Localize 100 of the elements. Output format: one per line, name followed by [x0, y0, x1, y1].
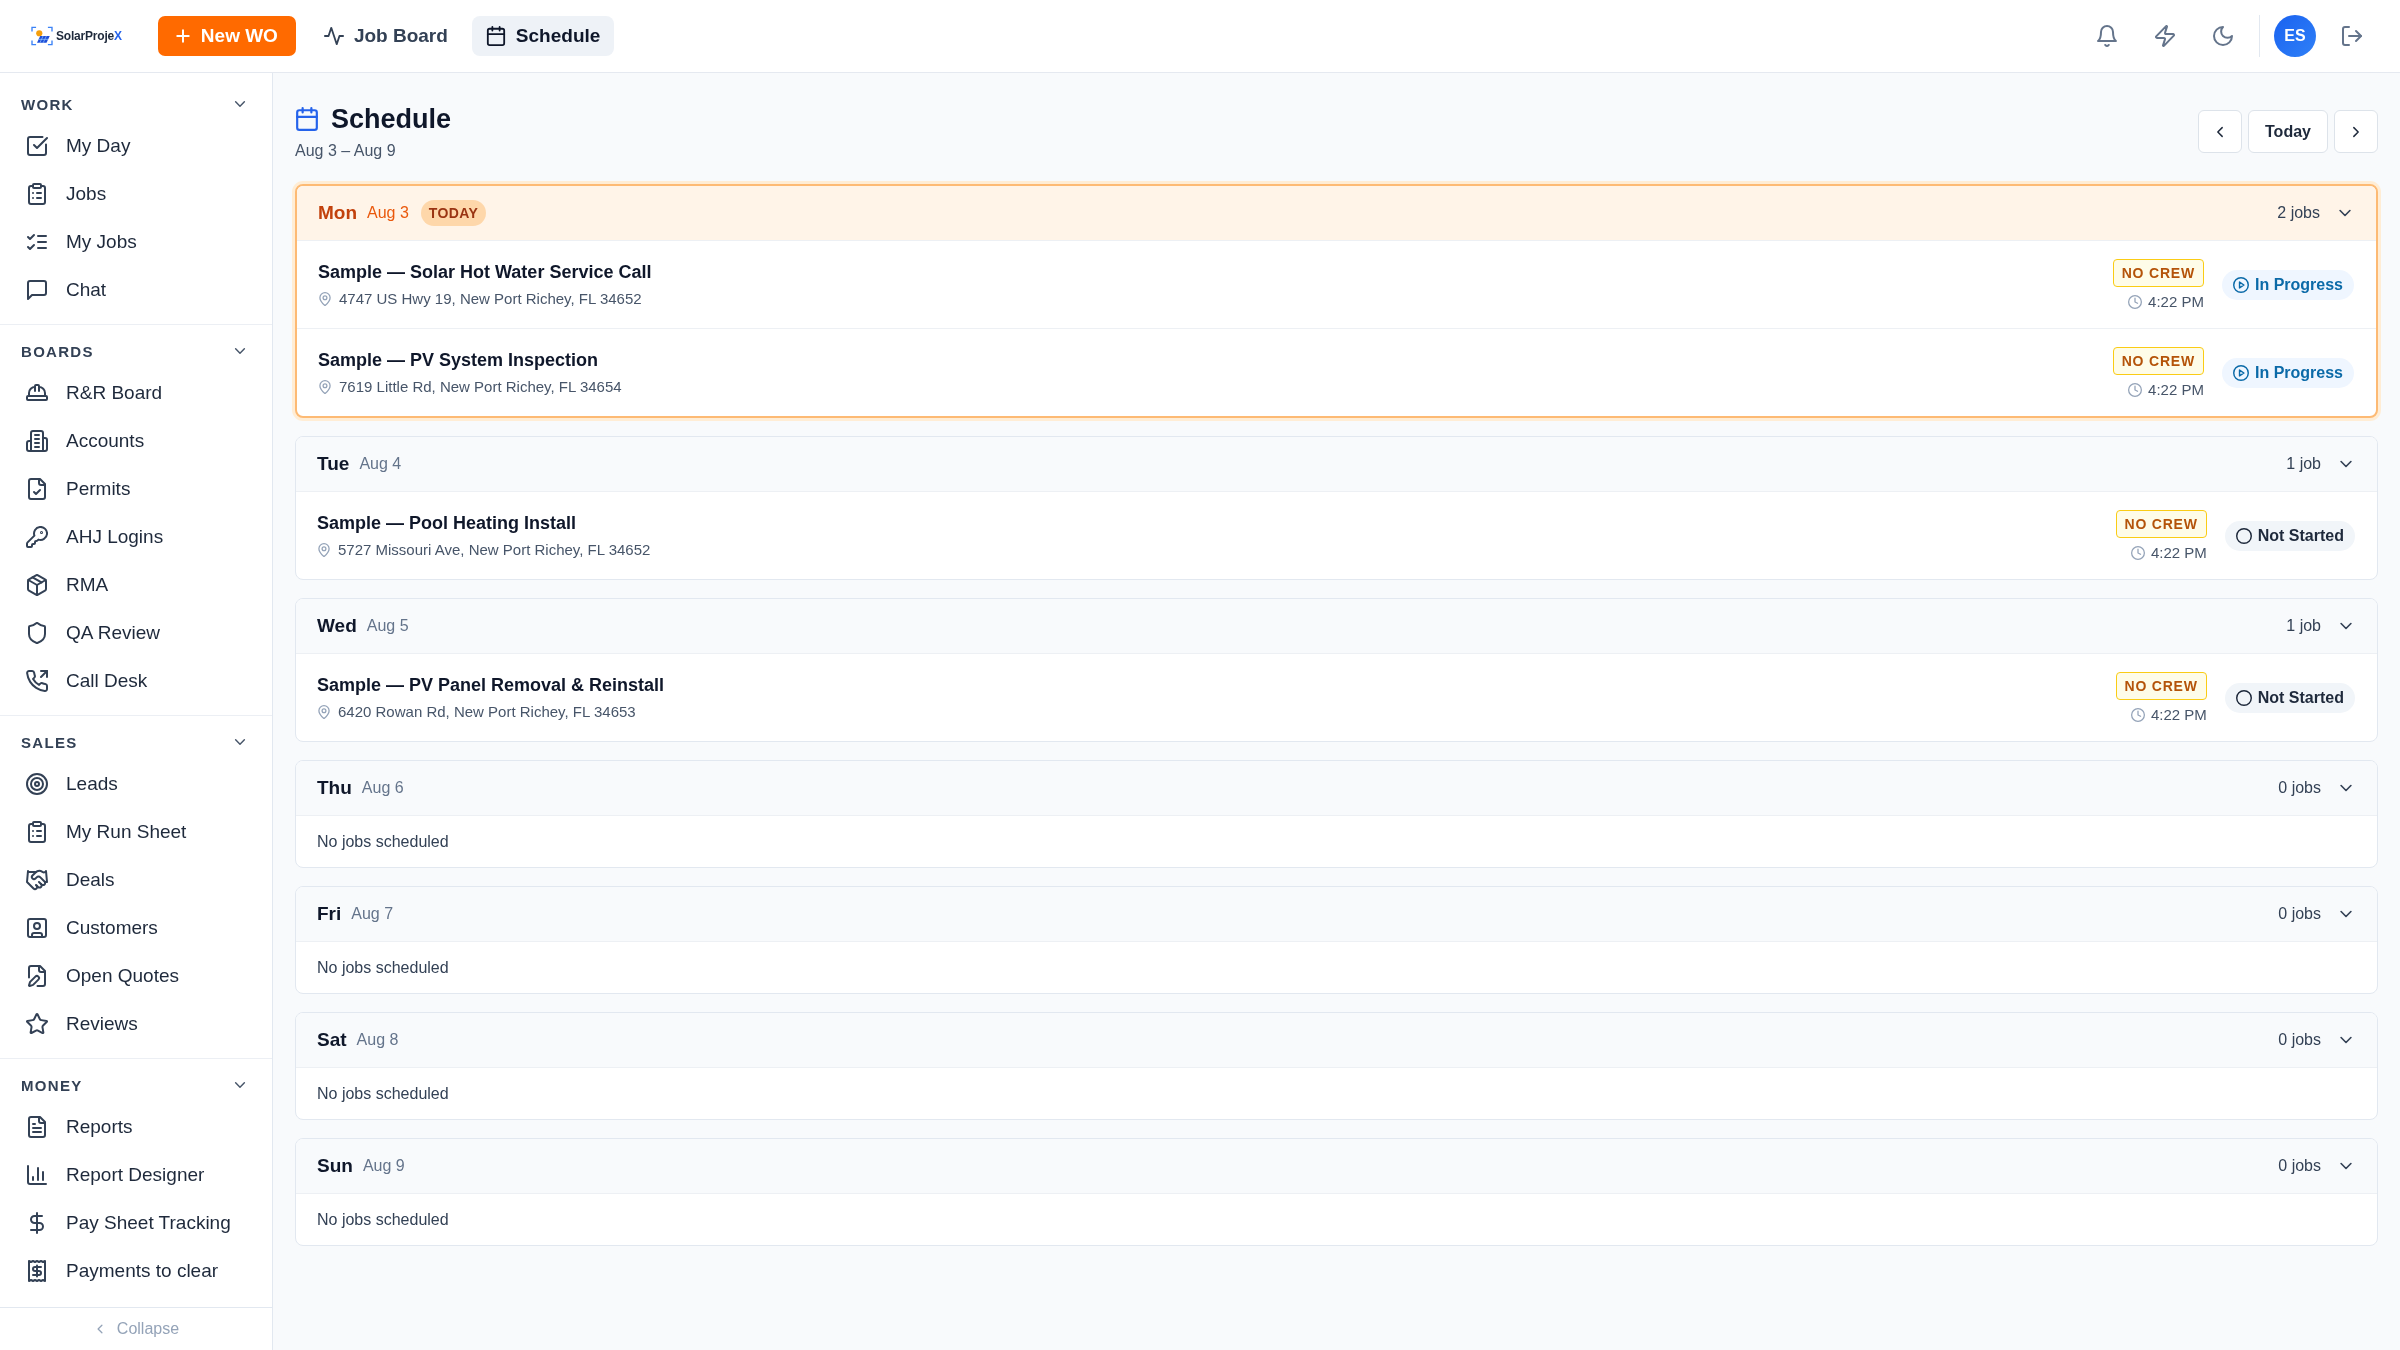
day-date: Aug 6 [361, 779, 404, 797]
sidebar-item[interactable]: AHJ Logins [10, 513, 262, 561]
day-header[interactable]: Sun Aug 9 0 jobs [296, 1139, 2377, 1193]
job-count: 0 jobs [2278, 905, 2321, 923]
sidebar-item[interactable]: Payments to clear [10, 1247, 262, 1295]
avatar-button[interactable]: ES [2274, 15, 2316, 57]
sidebar-item[interactable]: Jobs [10, 170, 262, 218]
job-title[interactable]: Sample — Solar Hot Water Service Call [318, 262, 652, 283]
sidebar-item[interactable]: Reports [10, 1103, 262, 1151]
day-header[interactable]: Wed Aug 5 1 job [296, 599, 2377, 653]
user-card-icon [26, 917, 48, 939]
day-header[interactable]: Sat Aug 8 0 jobs [296, 1013, 2377, 1067]
sidebar-item[interactable]: My Jobs [10, 218, 262, 266]
empty-message: No jobs scheduled [317, 1210, 449, 1229]
moon-icon[interactable] [2212, 25, 2234, 47]
document-icon [26, 1116, 48, 1138]
play-circle-icon [2232, 364, 2249, 381]
box-icon [26, 574, 48, 596]
target-icon [26, 773, 48, 795]
job-count: 0 jobs [2278, 779, 2321, 797]
sidebar-item[interactable]: R&R Board [10, 369, 262, 417]
sidebar-item[interactable]: Chat [10, 266, 262, 314]
status-label: Not Started [2257, 526, 2344, 545]
day-name: Wed [317, 615, 357, 637]
clock-icon [2130, 545, 2145, 560]
handshake-icon [26, 869, 48, 891]
day-name: Thu [317, 777, 352, 799]
job-time: 4:22 PM [2150, 706, 2207, 723]
sidebar-item[interactable]: Report Designer [10, 1151, 262, 1199]
lightning-bolt-icon[interactable] [2154, 25, 2176, 47]
nav-tab[interactable]: Job Board [309, 16, 462, 56]
bar-chart-icon [26, 1164, 48, 1186]
job-count: 1 job [2286, 617, 2321, 635]
sidebar-item[interactable]: Accounts [10, 417, 262, 465]
day-header[interactable]: Fri Aug 7 0 jobs [296, 887, 2377, 941]
section-header[interactable]: SALES [0, 724, 272, 760]
nav-tab[interactable]: Schedule [471, 16, 615, 56]
job-count: 2 jobs [2277, 204, 2320, 222]
crew-status-tag: NO CREW [2112, 347, 2204, 375]
clock-icon [2128, 382, 2143, 397]
section-header[interactable]: WORK [0, 86, 272, 122]
sidebar-item[interactable]: My Run Sheet [10, 808, 262, 856]
play-circle-icon [2232, 276, 2249, 293]
job-title[interactable]: Sample — Pool Heating Install [317, 513, 577, 534]
status-label: In Progress [2254, 275, 2343, 294]
job-address: 5727 Missouri Ave, New Port Richey, FL 34652 [338, 541, 651, 558]
clipboard-icon [26, 183, 48, 205]
day-date: Aug 5 [366, 617, 409, 635]
sidebar-item[interactable]: RMA [10, 561, 262, 609]
calendar-icon [485, 26, 506, 46]
building-icon [26, 430, 48, 452]
sidebar-item[interactable]: Customers [10, 904, 262, 952]
crew-status-tag: NO CREW [2112, 259, 2204, 287]
empty-circle-icon [2235, 689, 2252, 706]
job-time: 4:22 PM [2148, 381, 2204, 398]
job-time: 4:22 PM [2148, 293, 2204, 310]
logo-text: SolarProjeX [56, 29, 122, 43]
pulse-icon [323, 26, 344, 46]
receipt-icon [26, 1260, 48, 1282]
phone-icon [26, 670, 48, 692]
calendar-icon [295, 107, 319, 131]
status-label: Not Started [2257, 688, 2344, 707]
day-header[interactable]: Mon Aug 3 TODAY 2 jobs [297, 186, 2376, 240]
logout-icon[interactable] [2341, 25, 2363, 47]
today-button[interactable]: Today [2248, 110, 2328, 153]
sidebar-item[interactable]: Pay Sheet Tracking [10, 1199, 262, 1247]
day-date: Aug 4 [359, 455, 402, 473]
shield-icon [26, 622, 48, 644]
page-title: Schedule [331, 103, 452, 136]
sidebar-item[interactable]: Leads [10, 760, 262, 808]
star-icon [26, 1013, 48, 1035]
clock-icon [2128, 294, 2143, 309]
day-date: Aug 9 [362, 1157, 405, 1175]
status-label: In Progress [2254, 363, 2343, 382]
day-name: Fri [317, 903, 342, 925]
section-header[interactable]: BOARDS [0, 333, 272, 369]
sidebar-item[interactable]: Permits [10, 465, 262, 513]
today-tag: TODAY [420, 200, 487, 226]
job-address: 7619 Little Rd, New Port Richey, FL 34654 [339, 378, 622, 395]
day-header[interactable]: Tue Aug 4 1 job [296, 437, 2377, 491]
day-header[interactable]: Thu Aug 6 0 jobs [296, 761, 2377, 815]
sidebar-item[interactable]: Call Desk [10, 657, 262, 705]
checklist-icon [26, 231, 48, 253]
empty-circle-icon [2235, 527, 2252, 544]
job-title[interactable]: Sample — PV System Inspection [318, 350, 599, 371]
sidebar-item[interactable]: Deals [10, 856, 262, 904]
solar-panel-icon [31, 26, 53, 46]
sidebar-item[interactable]: QA Review [10, 609, 262, 657]
sidebar-item[interactable]: Reviews [10, 1000, 262, 1048]
clock-icon [2130, 707, 2145, 722]
plus-icon [173, 27, 192, 45]
job-title[interactable]: Sample — PV Panel Removal & Reinstall [317, 675, 665, 696]
sidebar-item[interactable]: My Day [10, 122, 262, 170]
day-name: Sat [317, 1029, 347, 1051]
sidebar-item[interactable]: Open Quotes [10, 952, 262, 1000]
date-range: Aug 3 – Aug 9 [295, 142, 397, 160]
day-date: Aug 3 [367, 204, 409, 222]
section-header[interactable]: MONEY [0, 1067, 272, 1103]
document-pen-icon [26, 965, 48, 987]
notifications-bell-icon[interactable] [2096, 25, 2118, 47]
